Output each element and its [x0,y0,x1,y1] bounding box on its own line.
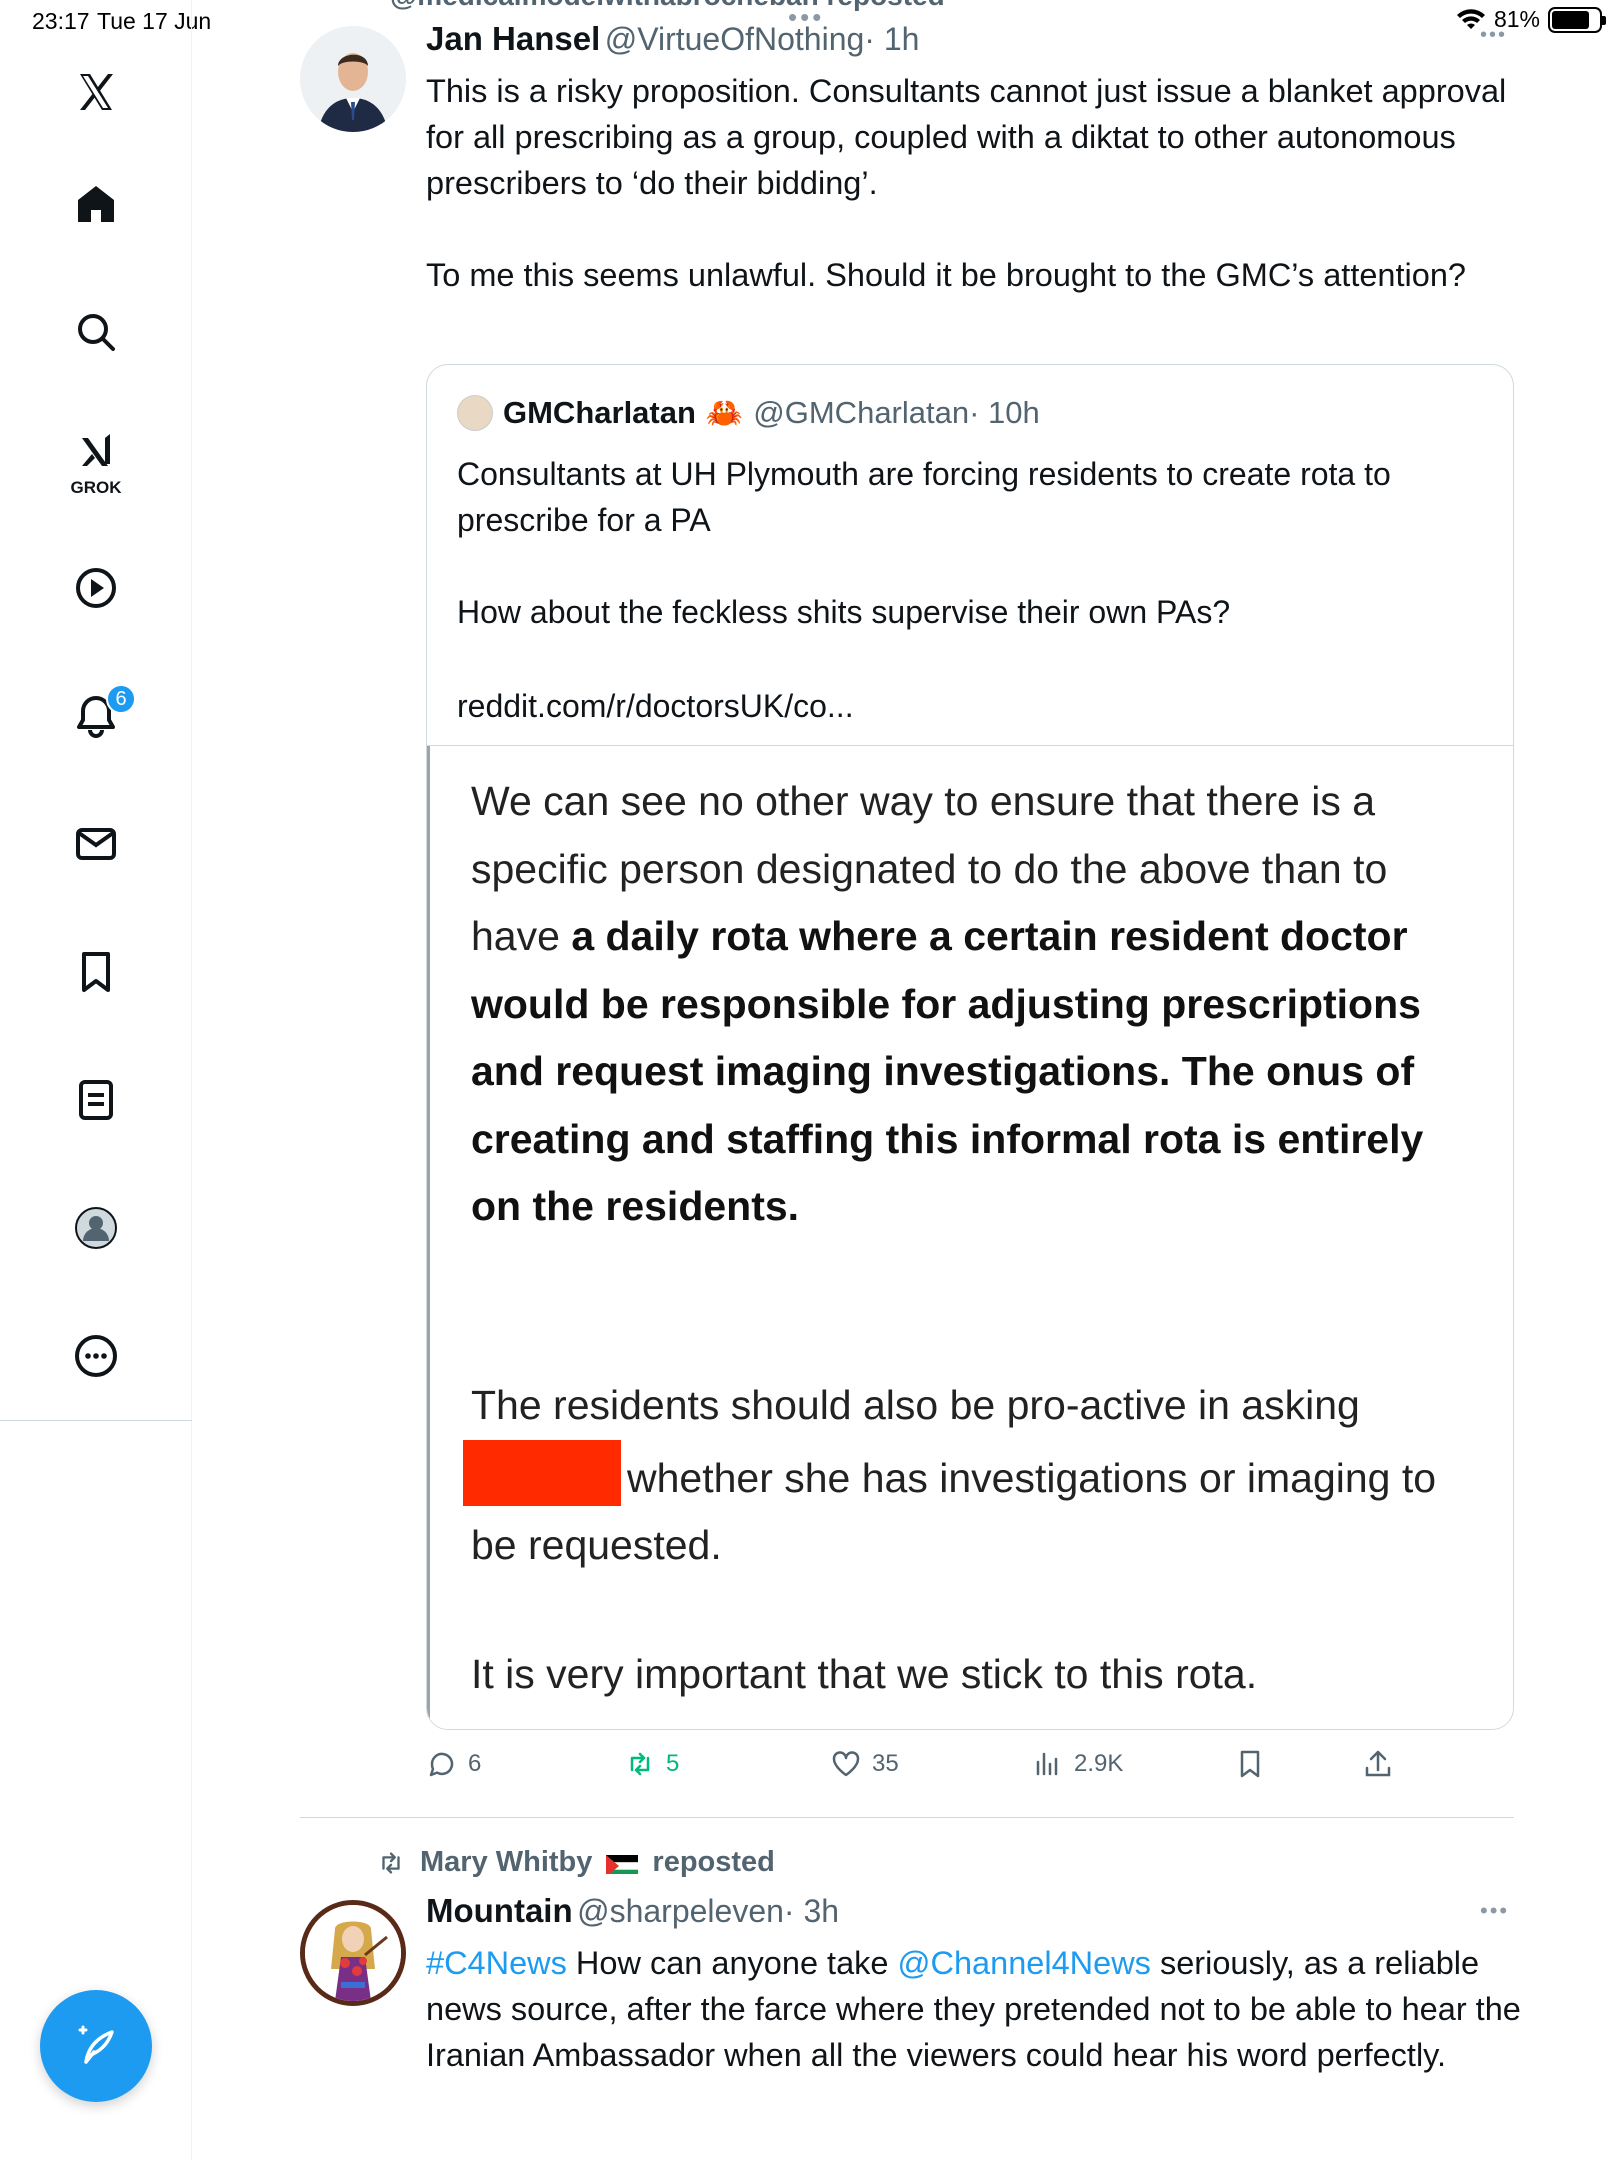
image-paragraph: It is very important that we stick to th… [471,1651,1258,1697]
compose-button[interactable] [40,1990,152,2102]
avatar[interactable] [300,1900,406,2006]
share-icon [1365,1750,1391,1777]
more-options-icon[interactable]: ••• [1480,24,1507,47]
author-handle[interactable]: @VirtueOfNothing [605,21,865,57]
home-icon[interactable] [64,172,128,236]
more-options-icon[interactable]: ••• [1480,1898,1509,1924]
quote-time: · 10h [969,395,1040,430]
quote-text: How about the feckless shits supervise t… [457,594,1231,630]
image-border-line [427,746,430,1729]
reposted-label: reposted [652,1846,775,1878]
battery-level [1552,10,1590,29]
repost-icon [382,1851,400,1874]
image-text-bold: a daily rota where a certain resident do… [471,913,1424,1229]
views-icon [1036,1752,1058,1776]
tweet-divider [300,1817,1514,1818]
tweet-header: Mountain @sharpeleven· 3h [426,1892,839,1930]
author-handle[interactable]: @sharpeleven [577,1893,784,1929]
x-logo-icon[interactable] [64,60,128,124]
lists-icon[interactable] [64,1068,128,1132]
tweet-time[interactable]: · 3h [784,1893,839,1929]
reposted-by[interactable]: Mary Whitby reposted [376,1846,775,1879]
tweet-text: #C4News How can anyone take @Channel4New… [426,1940,1526,2078]
views-button[interactable]: 2.9K [1032,1748,1123,1780]
reposter-name: Mary Whitby [420,1846,593,1878]
battery-icon [1548,6,1606,33]
view-count: 2.9K [1074,1750,1124,1777]
quote-text: Consultants at UH Plymouth are forcing r… [457,456,1391,538]
quote-author-name: GMCharlatan [503,395,696,430]
quote-handle-text: @GMCharlatan [753,395,970,430]
bookmark-icon [1240,1750,1260,1778]
image-paragraph: The residents should also be pro-active … [463,1372,1481,1580]
hashtag-link[interactable]: #C4News [426,1945,567,1981]
notifications-badge: 6 [106,684,136,714]
mention-link[interactable]: @Channel4News [898,1945,1151,1981]
tweet-text: To me this seems unlawful. Should it be … [426,257,1466,293]
like-button[interactable]: 35 [830,1748,899,1780]
tweet-text: This is a risky proposition. Consultants… [426,73,1507,201]
redaction-box [463,1439,621,1506]
more-icon[interactable] [64,1324,128,1388]
author-name[interactable]: Mountain [426,1892,573,1929]
grok-icon[interactable] [64,420,128,484]
like-count: 35 [872,1750,899,1777]
status-indicators: 81% [1456,6,1606,33]
bookmarks-icon[interactable] [64,940,128,1004]
image-text-lead: The residents should also be pro-active … [471,1382,1360,1428]
bookmark-button[interactable] [1234,1748,1266,1780]
quote-header: GMCharlatan 🦀 @GMCharlatan· 10h [457,395,1040,431]
video-icon[interactable] [64,556,128,620]
author-name[interactable]: Jan Hansel [426,20,600,57]
avatar[interactable] [300,26,406,132]
palestine-flag-icon [606,1852,639,1874]
grok-label: GROK [70,478,122,497]
cutoff-repost-label: @medicalmodelwithabrocheban reposted [390,0,945,12]
sidebar: GROK 6 [0,0,192,2160]
quote-author-handle: @GMCharlatan· 10h [753,395,1040,431]
tweet-text-part: How can anyone take [566,1945,898,1981]
profile-icon[interactable] [64,1196,128,1260]
search-icon[interactable] [64,300,128,364]
tweet-header: Jan Hansel @VirtueOfNothing· 1h [426,20,919,58]
quote-avatar [457,395,493,431]
reply-count: 6 [468,1750,482,1777]
quote-link[interactable]: reddit.com/r/doctorsUK/co... [457,683,1487,729]
repost-button[interactable]: 5 [624,1748,679,1780]
compose-icon [78,2025,114,2064]
quoted-tweet[interactable]: GMCharlatan 🦀 @GMCharlatan· 10h Consulta… [426,364,1514,1730]
image-paragraph: We can see no other way to ensure that t… [471,768,1481,1241]
share-button[interactable] [1362,1748,1394,1780]
repost-icon [630,1752,650,1776]
tweet-time[interactable]: · 1h [864,21,919,57]
heart-icon [832,1751,860,1777]
sidebar-divider [0,1420,192,1421]
messages-icon[interactable] [64,812,128,876]
quote-image[interactable]: We can see no other way to ensure that t… [427,745,1513,1729]
tweet-actions: 6 5 35 2.9K [426,1748,1426,1788]
reply-icon [429,1752,454,1777]
repost-count: 5 [666,1750,680,1777]
reply-button[interactable]: 6 [426,1748,481,1780]
crab-emoji: 🦀 [705,396,744,430]
